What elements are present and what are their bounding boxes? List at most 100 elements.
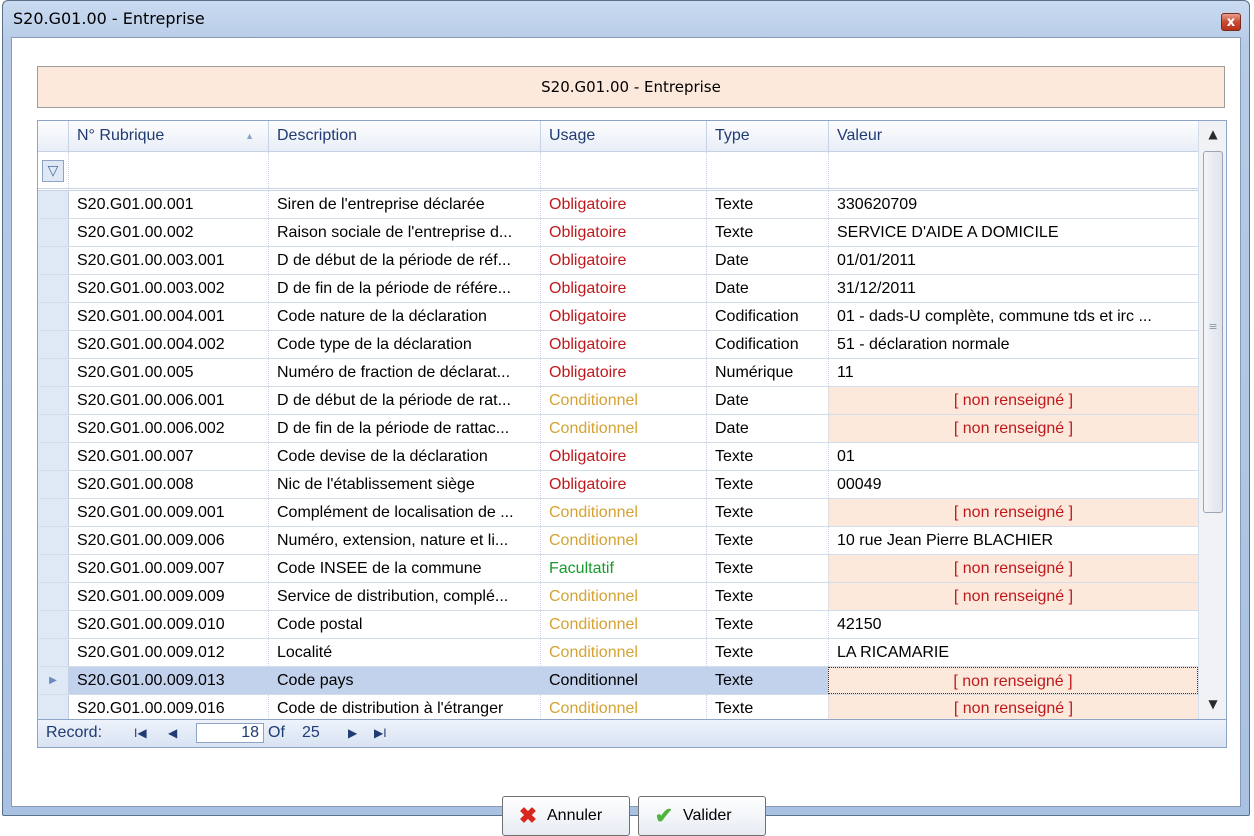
cell-usage[interactable]: Obligatoire (540, 443, 706, 470)
previous-record-icon[interactable]: ◀ (168, 720, 177, 746)
cell-type[interactable]: Texte (706, 639, 828, 666)
cell-usage[interactable]: Conditionnel (540, 639, 706, 666)
cell-description[interactable]: Code nature de la déclaration (268, 303, 540, 330)
row-selector[interactable] (38, 331, 69, 358)
filter-cell-type[interactable] (706, 152, 829, 188)
cell-code[interactable]: S20.G01.00.009.006 (68, 527, 268, 554)
cell-description[interactable]: D de début de la période de réf... (268, 247, 540, 274)
cell-value[interactable]: 01 (828, 443, 1198, 470)
cell-usage[interactable]: Conditionnel (540, 611, 706, 638)
cell-description[interactable]: D de fin de la période de référe... (268, 275, 540, 302)
cell-usage[interactable]: Obligatoire (540, 359, 706, 386)
cell-description[interactable]: Code de distribution à l'étranger (268, 695, 540, 722)
cell-description[interactable]: Raison sociale de l'entreprise d... (268, 219, 540, 246)
table-row[interactable]: S20.G01.00.002 Raison sociale de l'entrep… (38, 219, 1198, 247)
cell-value[interactable]: 42150 (828, 611, 1198, 638)
table-row[interactable]: S20.G01.00.007 Code devise de la déclarat… (38, 443, 1198, 471)
cell-code[interactable]: S20.G01.00.009.012 (68, 639, 268, 666)
column-header-usage[interactable]: Usage (540, 121, 706, 151)
cell-usage[interactable]: Conditionnel (540, 527, 706, 554)
cell-value[interactable]: [ non renseigné ] (828, 415, 1198, 442)
row-selector[interactable] (38, 359, 69, 386)
cell-usage[interactable]: Obligatoire (540, 275, 706, 302)
filter-cell-code[interactable] (68, 152, 269, 188)
row-selector[interactable] (38, 611, 69, 638)
cell-code[interactable]: S20.G01.00.009.009 (68, 583, 268, 610)
cell-description[interactable]: Complément de localisation de ... (268, 499, 540, 526)
table-row[interactable]: S20.G01.00.006.001 D de début de la pério… (38, 387, 1198, 415)
cell-usage[interactable]: Obligatoire (540, 471, 706, 498)
table-row[interactable]: S20.G01.00.004.001 Code nature de la décl… (38, 303, 1198, 331)
validate-button[interactable]: ✔ Valider (638, 796, 766, 836)
table-row[interactable]: S20.G01.00.003.002 D de fin de la période… (38, 275, 1198, 303)
cell-type[interactable]: Codification (706, 331, 828, 358)
row-selector[interactable] (38, 219, 69, 246)
table-row[interactable]: S20.G01.00.003.001 D de début de la pério… (38, 247, 1198, 275)
last-record-icon[interactable]: ▶I (374, 720, 387, 746)
cell-value[interactable]: 11 (828, 359, 1198, 386)
cell-usage[interactable]: Conditionnel (540, 667, 706, 694)
cell-value[interactable]: 10 rue Jean Pierre BLACHIER (828, 527, 1198, 554)
table-row[interactable]: S20.G01.00.009.010 Code postal Conditionne… (38, 611, 1198, 639)
cell-value[interactable]: [ non renseigné ] (828, 583, 1198, 610)
row-selector[interactable] (38, 695, 69, 722)
table-row[interactable]: ▶ S20.G01.00.009.013 Code pays Conditionnel… (38, 667, 1198, 695)
cell-value[interactable]: 01/01/2011 (828, 247, 1198, 274)
cell-type[interactable]: Texte (706, 219, 828, 246)
cell-type[interactable]: Date (706, 247, 828, 274)
cell-description[interactable]: Code postal (268, 611, 540, 638)
cell-value[interactable]: 51 - déclaration normale (828, 331, 1198, 358)
table-row[interactable]: S20.G01.00.009.006 Numéro, extension, nat… (38, 527, 1198, 555)
cell-type[interactable]: Texte (706, 191, 828, 218)
column-header-description[interactable]: Description (268, 121, 540, 151)
table-row[interactable]: S20.G01.00.009.012 Localité Conditionnel Te… (38, 639, 1198, 667)
cell-value[interactable]: [ non renseigné ] (828, 555, 1198, 582)
cell-value[interactable]: 330620709 (828, 191, 1198, 218)
cell-type[interactable]: Texte (706, 667, 828, 694)
cell-description[interactable]: Code INSEE de la commune (268, 555, 540, 582)
scroll-up-arrow-icon[interactable]: ▲ (1199, 123, 1226, 145)
scroll-down-arrow-icon[interactable]: ▼ (1199, 693, 1226, 715)
cell-code[interactable]: S20.G01.00.009.007 (68, 555, 268, 582)
cell-type[interactable]: Date (706, 415, 828, 442)
cell-code[interactable]: S20.G01.00.007 (68, 443, 268, 470)
row-selector[interactable] (38, 527, 69, 554)
row-selector[interactable] (38, 247, 69, 274)
cell-type[interactable]: Texte (706, 611, 828, 638)
cell-description[interactable]: Siren de l'entreprise déclarée (268, 191, 540, 218)
cell-type[interactable]: Texte (706, 499, 828, 526)
next-record-icon[interactable]: ▶ (348, 720, 357, 746)
table-row[interactable]: S20.G01.00.008 Nic de l'établissement siè… (38, 471, 1198, 499)
cell-type[interactable]: Date (706, 387, 828, 414)
cell-usage[interactable]: Obligatoire (540, 331, 706, 358)
cell-value[interactable]: LA RICAMARIE (828, 639, 1198, 666)
cell-type[interactable]: Texte (706, 443, 828, 470)
cell-code[interactable]: S20.G01.00.002 (68, 219, 268, 246)
row-selector[interactable] (38, 443, 69, 470)
cell-code[interactable]: S20.G01.00.008 (68, 471, 268, 498)
cell-code[interactable]: S20.G01.00.003.002 (68, 275, 268, 302)
filter-cell-value[interactable] (828, 152, 1199, 188)
current-row-indicator-icon[interactable]: ▶ (38, 667, 69, 694)
cell-code[interactable]: S20.G01.00.005 (68, 359, 268, 386)
row-selector[interactable] (38, 499, 69, 526)
cell-description[interactable]: Code devise de la déclaration (268, 443, 540, 470)
cell-type[interactable]: Texte (706, 695, 828, 722)
cell-code[interactable]: S20.G01.00.006.002 (68, 415, 268, 442)
cell-type[interactable]: Date (706, 275, 828, 302)
row-selector[interactable] (38, 583, 69, 610)
cell-value[interactable]: [ non renseigné ] (828, 695, 1198, 722)
cell-code[interactable]: S20.G01.00.009.001 (68, 499, 268, 526)
cell-usage[interactable]: Obligatoire (540, 303, 706, 330)
cell-description[interactable]: D de début de la période de rat... (268, 387, 540, 414)
cell-description[interactable]: Code pays (268, 667, 540, 694)
cell-usage[interactable]: Conditionnel (540, 387, 706, 414)
row-selector[interactable] (38, 191, 69, 218)
table-row[interactable]: S20.G01.00.009.009 Service de distributio… (38, 583, 1198, 611)
cell-type[interactable]: Texte (706, 527, 828, 554)
current-record-input[interactable]: 18 (196, 723, 264, 743)
cell-usage[interactable]: Conditionnel (540, 695, 706, 722)
cell-usage[interactable]: Conditionnel (540, 583, 706, 610)
cell-usage[interactable]: Obligatoire (540, 191, 706, 218)
filter-cell-usage[interactable] (540, 152, 707, 188)
